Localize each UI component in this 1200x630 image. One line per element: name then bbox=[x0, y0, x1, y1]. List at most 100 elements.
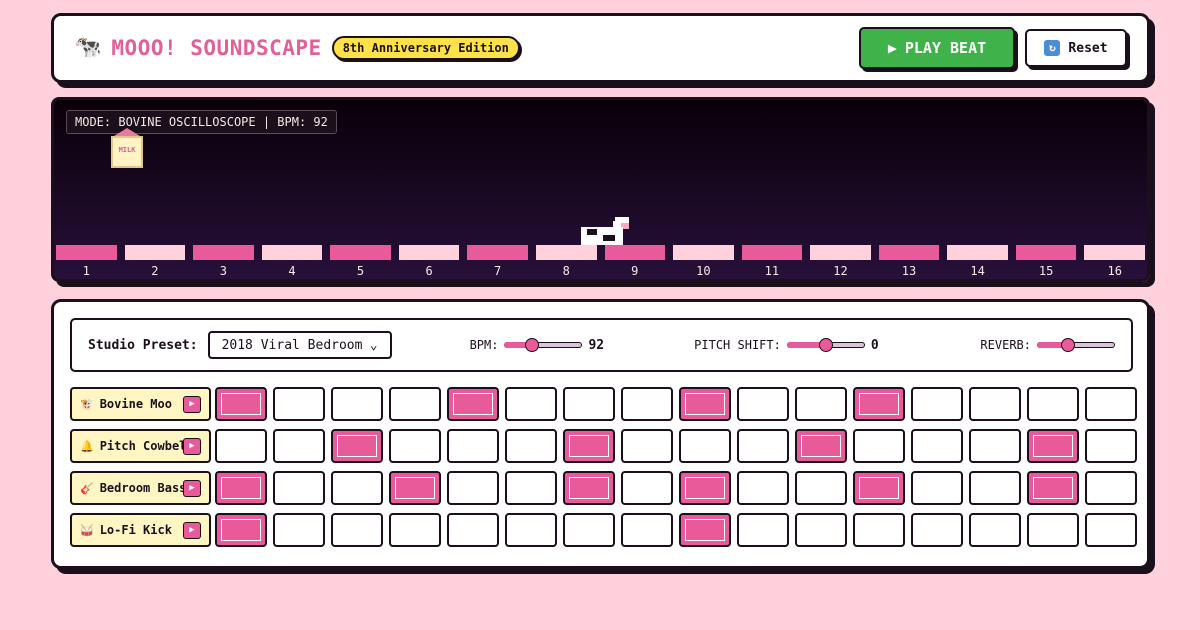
track-label: 🔔 Pitch Cowbell ▶ bbox=[70, 429, 211, 463]
track-name: Bovine Moo bbox=[99, 397, 172, 411]
play-beat-button[interactable]: ▶ PLAY BEAT bbox=[859, 27, 1015, 69]
step-cell-active[interactable] bbox=[679, 513, 731, 547]
step-cell-active[interactable] bbox=[215, 471, 267, 505]
step-cell[interactable] bbox=[737, 471, 789, 505]
app-title: MOOO! SOUNDSCAPE bbox=[111, 36, 322, 60]
step-cell[interactable] bbox=[737, 429, 789, 463]
step-cell[interactable] bbox=[1085, 429, 1137, 463]
step-cell[interactable] bbox=[331, 471, 383, 505]
pitch-slider[interactable] bbox=[786, 338, 865, 352]
step-cell-active[interactable] bbox=[215, 513, 267, 547]
step-cell[interactable] bbox=[969, 471, 1021, 505]
step-cell-active[interactable] bbox=[563, 429, 615, 463]
track-label: 🐮 Bovine Moo ▶ bbox=[70, 387, 211, 421]
app-header: 🐄 MOOO! SOUNDSCAPE 8th Anniversary Editi… bbox=[51, 13, 1150, 83]
step-cell[interactable] bbox=[911, 513, 963, 547]
step-cell[interactable] bbox=[911, 387, 963, 421]
step-cell[interactable] bbox=[331, 387, 383, 421]
bpm-control: BPM: 92 bbox=[470, 338, 605, 353]
step-cell-active[interactable] bbox=[389, 471, 441, 505]
step-bar bbox=[124, 245, 186, 260]
step-cell[interactable] bbox=[969, 387, 1021, 421]
header-actions: ▶ PLAY BEAT ↻ Reset bbox=[859, 27, 1127, 69]
preview-play-button[interactable]: ▶ bbox=[183, 438, 201, 455]
step-cell[interactable] bbox=[215, 429, 267, 463]
step-cell[interactable] bbox=[505, 429, 557, 463]
step-bar bbox=[261, 245, 323, 260]
step-cell[interactable] bbox=[621, 471, 673, 505]
step-cell[interactable] bbox=[1085, 387, 1137, 421]
step-cell-active[interactable] bbox=[1027, 429, 1079, 463]
step-cell-active[interactable] bbox=[563, 471, 615, 505]
step-cell[interactable] bbox=[505, 513, 557, 547]
track-emoji-icon: 🎸 bbox=[80, 481, 94, 495]
step-number: 7 bbox=[494, 264, 502, 278]
step-cell[interactable] bbox=[795, 513, 847, 547]
step-cell-active[interactable] bbox=[853, 471, 905, 505]
step-cell[interactable] bbox=[621, 429, 673, 463]
step-cell-active[interactable] bbox=[1027, 471, 1079, 505]
step-cell-active[interactable] bbox=[795, 429, 847, 463]
step-cell-active[interactable] bbox=[447, 387, 499, 421]
step-cell[interactable] bbox=[505, 471, 557, 505]
step-cell-active[interactable] bbox=[679, 387, 731, 421]
reverb-label: REVERB: bbox=[980, 338, 1031, 352]
step-cell[interactable] bbox=[795, 387, 847, 421]
cow-emoji-icon: 🐄 bbox=[74, 35, 102, 60]
step-cell[interactable] bbox=[447, 429, 499, 463]
step-cell[interactable] bbox=[737, 513, 789, 547]
pitch-value: 0 bbox=[870, 337, 879, 353]
step-cell[interactable] bbox=[563, 387, 615, 421]
step-cell-active[interactable] bbox=[679, 471, 731, 505]
step-cell[interactable] bbox=[969, 513, 1021, 547]
step-cell[interactable] bbox=[853, 513, 905, 547]
preset-value: 2018 Viral Bedroom bbox=[221, 337, 363, 353]
step-cell[interactable] bbox=[447, 471, 499, 505]
step-cell[interactable] bbox=[563, 513, 615, 547]
step-number: 16 bbox=[1107, 264, 1122, 278]
step-cell[interactable] bbox=[273, 429, 325, 463]
bpm-slider[interactable] bbox=[504, 338, 583, 352]
preset-select[interactable]: 2018 Viral Bedroom ⌄ bbox=[207, 331, 392, 359]
step-cell[interactable] bbox=[1027, 513, 1079, 547]
preview-play-button[interactable]: ▶ bbox=[183, 480, 201, 497]
sequencer-panel: Studio Preset: 2018 Viral Bedroom ⌄ BPM:… bbox=[51, 299, 1150, 569]
step-bar bbox=[467, 245, 528, 260]
step-cell[interactable] bbox=[911, 471, 963, 505]
step-cell-active[interactable] bbox=[215, 387, 267, 421]
play-beat-label: PLAY BEAT bbox=[904, 39, 987, 57]
step-cell[interactable] bbox=[389, 513, 441, 547]
reset-button[interactable]: ↻ Reset bbox=[1025, 29, 1127, 67]
track-row: 🥁 Lo-Fi Kick ▶ bbox=[70, 513, 1137, 547]
step-indicator-bar bbox=[56, 245, 1145, 260]
step-cell-active[interactable] bbox=[331, 429, 383, 463]
preview-play-button[interactable]: ▶ bbox=[183, 396, 201, 413]
step-cell[interactable] bbox=[621, 387, 673, 421]
step-cell[interactable] bbox=[853, 429, 905, 463]
step-cell[interactable] bbox=[679, 429, 731, 463]
step-cell[interactable] bbox=[911, 429, 963, 463]
step-cell-active[interactable] bbox=[853, 387, 905, 421]
step-cells bbox=[215, 513, 1137, 547]
step-cell[interactable] bbox=[1027, 387, 1079, 421]
step-cell[interactable] bbox=[273, 387, 325, 421]
step-cell[interactable] bbox=[447, 513, 499, 547]
step-number: 3 bbox=[219, 264, 228, 278]
step-cell[interactable] bbox=[273, 471, 325, 505]
step-cell[interactable] bbox=[737, 387, 789, 421]
step-number: 8 bbox=[562, 264, 570, 278]
step-cell[interactable] bbox=[1085, 471, 1137, 505]
step-cell[interactable] bbox=[505, 387, 557, 421]
step-cell[interactable] bbox=[389, 429, 441, 463]
step-cell[interactable] bbox=[331, 513, 383, 547]
step-cell[interactable] bbox=[969, 429, 1021, 463]
preview-play-button[interactable]: ▶ bbox=[183, 522, 201, 539]
reverb-slider[interactable] bbox=[1037, 338, 1115, 352]
step-cell[interactable] bbox=[273, 513, 325, 547]
step-number: 2 bbox=[151, 264, 159, 278]
step-cell[interactable] bbox=[389, 387, 441, 421]
step-cell[interactable] bbox=[795, 471, 847, 505]
step-cell[interactable] bbox=[621, 513, 673, 547]
step-bar bbox=[810, 245, 871, 260]
step-cell[interactable] bbox=[1085, 513, 1137, 547]
